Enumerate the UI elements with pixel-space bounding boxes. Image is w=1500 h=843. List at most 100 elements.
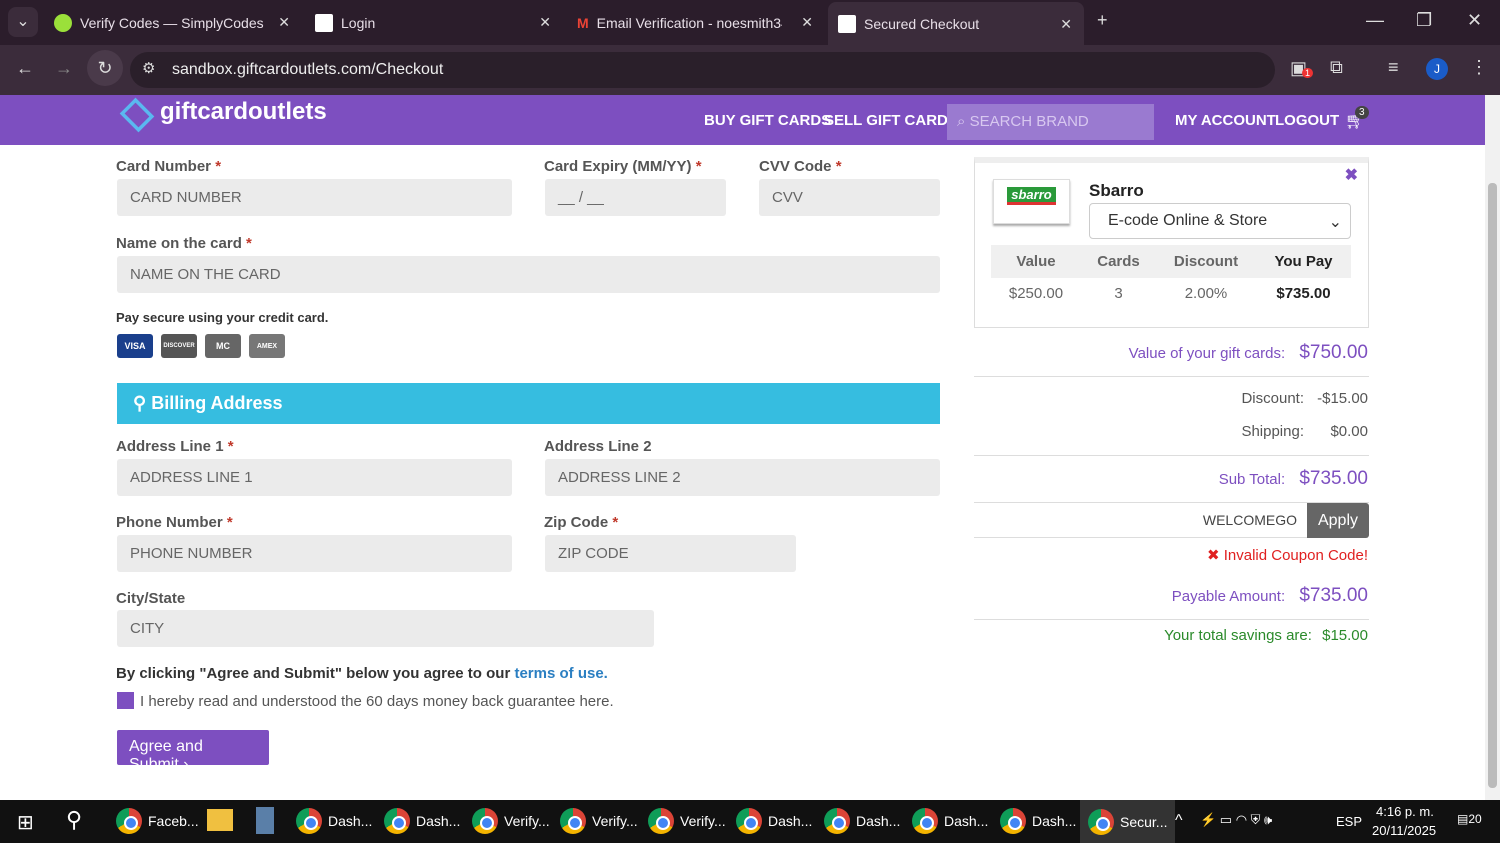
menu-icon[interactable]: ⋮ [1470,57,1488,78]
visa-icon: VISA [117,334,153,358]
tab-label: Secured Checkout [864,15,980,32]
agree-submit-button[interactable]: Agree and Submit › [117,730,269,773]
discount-row: Discount: -$15.00 [1241,390,1368,407]
search-brand-input[interactable]: ⌕ SEARCH BRAND [947,104,1154,140]
order-item-panel: ✖ sbarro Sbarro E-code Online & Store ⌄ V… [974,157,1369,328]
tab-login[interactable]: Login ✕ [315,8,551,38]
city-label: City/State [116,590,186,607]
gmail-icon: M [577,15,589,31]
order-table-header: Value Cards Discount You Pay [991,245,1351,278]
savings-row: Your total savings are: $15.00 [1164,627,1368,644]
coupon-error: ✖ Invalid Coupon Code! [1206,547,1368,564]
calculator-icon[interactable] [256,807,274,834]
address2-input[interactable]: ADDRESS LINE 2 [545,459,940,496]
media-icon[interactable]: ≡ [1388,57,1399,78]
taskbar-app[interactable]: Dash... [384,808,460,834]
chrome-icon [912,808,938,834]
clock-date[interactable]: 20/11/2025 [1372,823,1436,838]
new-tab-icon[interactable]: + [1097,10,1108,31]
terms-of-use-link[interactable]: terms of use. [514,665,607,682]
windows-start-icon[interactable]: ⊞ [17,810,34,835]
card-type-select[interactable]: E-code Online & Store ⌄ [1089,203,1351,239]
chrome-icon [648,808,674,834]
subtotal-row: Sub Total: $735.00 [1218,468,1368,489]
value-row: Value of your gift cards: $750.00 [1128,342,1368,363]
zip-input[interactable]: ZIP CODE [545,535,796,572]
forward-icon[interactable]: → [55,58,73,79]
tab-search-button[interactable]: ⌄ [8,7,38,37]
cart-count-badge: 3 [1355,106,1369,119]
close-tab-icon[interactable]: ✕ [1060,16,1072,33]
close-tab-icon[interactable]: ✕ [539,14,551,31]
chrome-icon [824,808,850,834]
discover-icon: DISCOVER [161,334,197,358]
search-icon[interactable]: ⚲ [66,807,82,833]
billing-address-header: ⚲ Billing Address [117,383,940,424]
coupon-input[interactable]: WELCOMEGO [974,503,1307,538]
extension-icon[interactable]: ▣ 1 [1290,58,1314,79]
card-expiry-label: Card Expiry (MM/YY) * [544,158,702,175]
page-scrollbar[interactable] [1485,95,1500,800]
site-info-icon[interactable]: ⚙ [142,59,155,77]
billing-title: Billing Address [151,393,283,413]
reload-icon[interactable]: ↻ [87,50,123,86]
phone-input[interactable]: PHONE NUMBER [117,535,512,572]
close-tab-icon[interactable]: ✕ [278,14,290,31]
profile-avatar[interactable]: J [1426,58,1448,80]
back-icon[interactable]: ← [16,58,34,79]
nav-my-account[interactable]: MY ACCOUNT [1175,112,1276,129]
taskbar-app[interactable]: Verify... [472,808,550,834]
nav-buy-gift-cards[interactable]: BUY GIFT CARDS [704,112,831,129]
amex-icon: AMEX [249,334,285,358]
card-expiry-input[interactable]: __ / __ [545,179,726,216]
card-number-label: Card Number * [116,158,222,175]
site-logo[interactable]: giftcardoutlets [160,98,327,126]
taskbar-app[interactable]: Dash... [296,808,372,834]
close-window-icon[interactable]: ✕ [1467,10,1482,31]
taskbar-app[interactable]: Verify... [560,808,638,834]
extensions-puzzle-icon[interactable]: ⧉ [1330,57,1343,78]
address1-label: Address Line 1 * [116,438,234,455]
chrome-icon [296,808,322,834]
taskbar-app-active[interactable]: Secur... [1080,800,1176,843]
tab-secured-checkout[interactable]: Secured Checkout ✕ [828,2,1084,45]
clock-time[interactable]: 4:16 p. m. [1376,804,1434,819]
tab-bar: ⌄ Verify Codes — SimplyCodes ✕ Login ✕ M Em… [0,0,1500,45]
taskbar-app[interactable]: Dash... [912,808,988,834]
close-tab-icon[interactable]: ✕ [801,14,813,31]
taskbar-app[interactable]: Verify... [648,808,726,834]
scrollbar-thumb[interactable] [1488,183,1497,788]
address1-input[interactable]: ADDRESS LINE 1 [117,459,512,496]
name-on-card-input[interactable]: NAME ON THE CARD [117,256,940,293]
taskbar-app[interactable]: Dash... [1000,808,1076,834]
card-number-input[interactable]: CARD NUMBER [117,179,512,216]
shipping-row: Shipping: $0.00 [1241,423,1368,440]
minimize-icon[interactable]: — [1366,10,1384,31]
sbarro-card-image: sbarro [993,179,1070,224]
taskbar-app[interactable]: Dash... [824,808,900,834]
taskbar-app[interactable]: Dash... [736,808,812,834]
taskbar-app[interactable]: Faceb... [116,808,199,834]
phone-label: Phone Number * [116,514,233,531]
city-input[interactable]: CITY [117,610,654,647]
apply-coupon-button[interactable]: Apply [1307,503,1369,538]
tray-icons[interactable]: ⚡ ▭ ◠ ⛨ 🕪︎ [1200,812,1272,828]
giftcardoutlets-icon [315,14,333,32]
tab-label: Login [341,15,376,31]
name-on-card-label: Name on the card * [116,235,252,252]
mastercard-icon: MC [205,334,241,358]
restore-icon[interactable]: ❐ [1416,10,1432,31]
guarantee-checkbox[interactable] [117,692,134,709]
tab-email[interactable]: M Email Verification - noesmith34 ✕ [577,8,813,38]
remove-item-icon[interactable]: ✖ [1345,165,1358,185]
nav-sell-gift-cards[interactable]: SELL GIFT CARDS [824,112,958,129]
chrome-icon [472,808,498,834]
tray-chevron-icon[interactable]: ^ [1175,812,1183,830]
language-indicator[interactable]: ESP [1336,814,1362,829]
tab-verify-codes[interactable]: Verify Codes — SimplyCodes ✕ [54,8,290,38]
notifications-icon[interactable]: ▤20 [1457,812,1482,826]
cvv-input[interactable]: CVV [759,179,940,216]
file-explorer-icon[interactable] [207,809,233,831]
url-field[interactable]: ⚙ sandbox.giftcardoutlets.com/Checkout [130,52,1275,88]
nav-logout[interactable]: LOGOUT [1275,112,1339,129]
